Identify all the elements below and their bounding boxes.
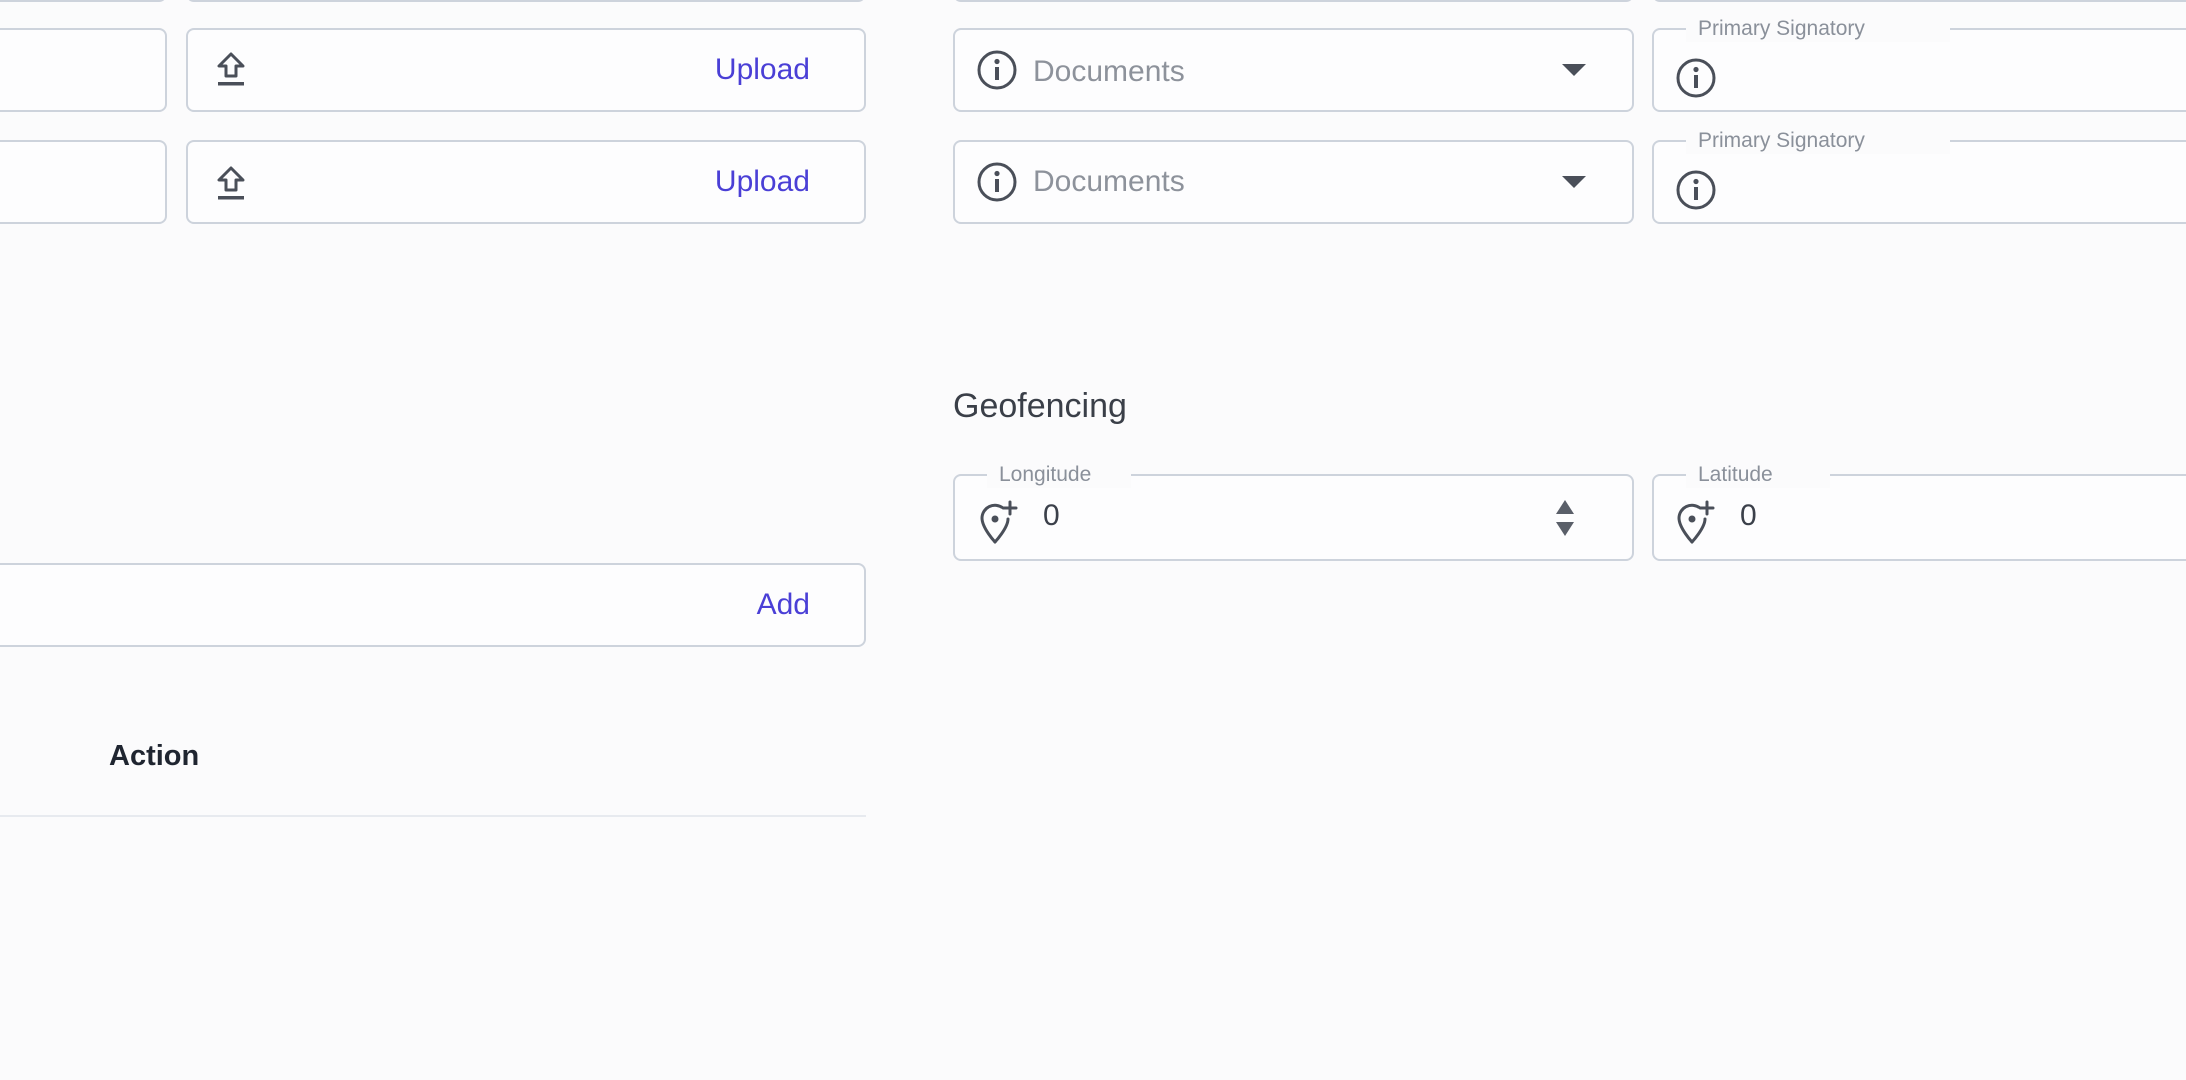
page: Upload Upload Documents Primary Signator…	[0, 0, 2186, 1080]
file-name-field-2[interactable]	[0, 140, 167, 224]
documents-select-2[interactable]: Documents	[953, 140, 1634, 224]
table-header-action: Action	[109, 740, 200, 772]
add-item-field[interactable]: Add	[0, 563, 866, 647]
primary-signatory-field-1[interactable]: Primary Signatory	[1652, 16, 2186, 112]
longitude-label: Longitude	[987, 462, 1131, 488]
latitude-input[interactable]: 0	[1740, 498, 1757, 534]
cut-off-field	[0, 0, 167, 2]
primary-signatory-label: Primary Signatory	[1686, 16, 1950, 42]
geofencing-title: Geofencing	[953, 387, 1127, 425]
longitude-input[interactable]: 0	[1043, 498, 1060, 534]
upload-field-1[interactable]: Upload	[186, 28, 866, 112]
cut-off-field	[953, 0, 1634, 2]
info-icon	[1676, 58, 1716, 98]
table-header-divider	[0, 815, 866, 817]
number-stepper-icon[interactable]	[1554, 496, 1576, 540]
info-icon	[1676, 170, 1716, 210]
upload-icon	[217, 166, 245, 200]
documents-placeholder: Documents	[1033, 55, 1185, 88]
primary-signatory-field-2[interactable]: Primary Signatory	[1652, 128, 2186, 224]
documents-select-1[interactable]: Documents	[953, 28, 1634, 112]
cut-off-field	[186, 0, 866, 2]
latitude-field[interactable]: Latitude 0	[1652, 462, 2186, 561]
upload-icon	[217, 52, 245, 86]
add-location-icon	[1677, 500, 1715, 544]
documents-placeholder: Documents	[1033, 165, 1185, 198]
cut-off-field	[1652, 0, 2186, 2]
longitude-field[interactable]: Longitude 0	[953, 462, 1634, 561]
primary-signatory-label: Primary Signatory	[1686, 128, 1950, 154]
add-location-icon	[980, 500, 1018, 544]
upload-button-2[interactable]: Upload	[715, 164, 810, 200]
add-button[interactable]: Add	[757, 587, 810, 623]
file-name-field-1[interactable]	[0, 28, 167, 112]
caret-down-icon[interactable]	[1562, 176, 1586, 190]
info-icon	[977, 50, 1017, 90]
latitude-label: Latitude	[1686, 462, 1830, 488]
caret-down-icon[interactable]	[1562, 64, 1586, 78]
info-icon	[977, 162, 1017, 202]
upload-field-2[interactable]: Upload	[186, 140, 866, 224]
upload-button-1[interactable]: Upload	[715, 52, 810, 88]
